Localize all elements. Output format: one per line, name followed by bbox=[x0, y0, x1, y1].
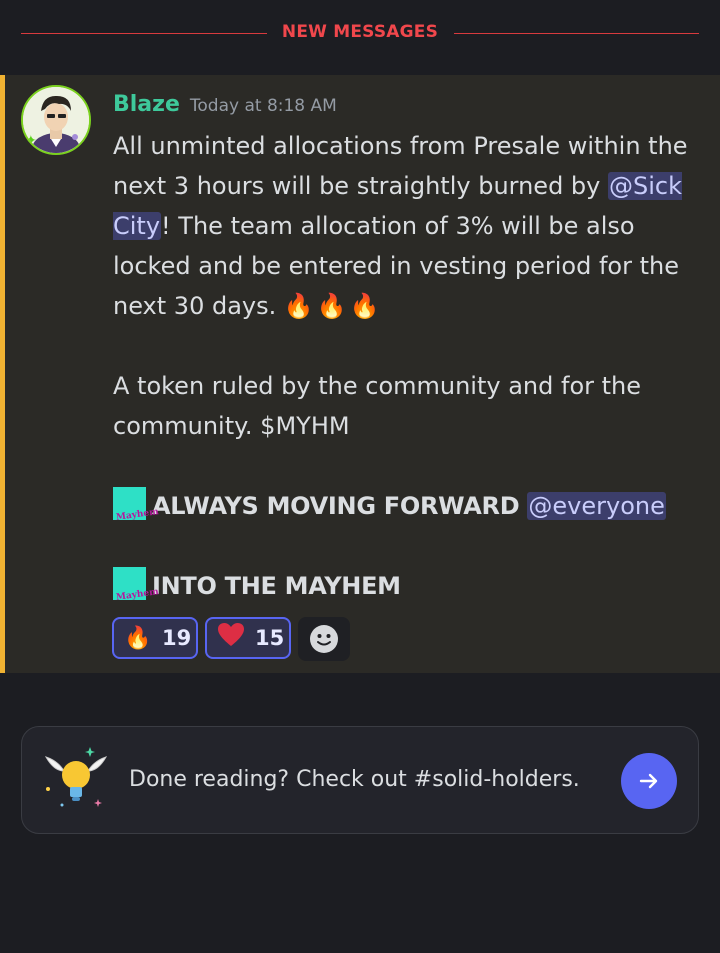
reaction-count: 15 bbox=[255, 626, 285, 650]
heart-reaction-icon bbox=[217, 622, 247, 654]
add-reaction-button[interactable] bbox=[298, 617, 350, 661]
timestamp: Today at 8:18 AM bbox=[189, 96, 337, 116]
text-segment: All unminted allocations from Presale wi… bbox=[113, 132, 688, 200]
new-messages-divider: NEW MESSAGES bbox=[0, 0, 720, 70]
channel-suggestion-card[interactable]: Done reading? Check out #solid-holders. bbox=[21, 726, 699, 834]
always-moving-forward-text: ALWAYS MOVING FORWARD bbox=[152, 492, 528, 520]
mention-everyone[interactable]: @everyone bbox=[527, 492, 666, 520]
mayhem-logo-emoji-icon: Mayhem bbox=[113, 487, 159, 523]
reaction-count: 19 bbox=[162, 626, 192, 650]
reaction-fire[interactable]: 🔥 19 bbox=[112, 617, 198, 659]
go-to-channel-button[interactable] bbox=[621, 753, 677, 809]
into-the-mayhem-text: INTO THE MAYHEM bbox=[152, 572, 401, 600]
paragraph-2: A token ruled by the community and for t… bbox=[113, 372, 642, 440]
divider-line-left bbox=[21, 33, 267, 34]
new-messages-label: NEW MESSAGES bbox=[281, 22, 439, 42]
reaction-heart[interactable]: 15 bbox=[205, 617, 291, 659]
text-segment: ! The team allocation of 3% will be also… bbox=[113, 212, 679, 320]
user-avatar[interactable]: ✦ bbox=[21, 85, 91, 155]
paragraph-3: Mayhem ALWAYS MOVING FORWARD @everyone bbox=[113, 486, 698, 526]
emoji-lettering: Mayhem bbox=[115, 587, 160, 603]
sparkle-icon: ✦ bbox=[25, 133, 37, 149]
add-reaction-smiley-icon bbox=[310, 625, 338, 653]
username[interactable]: Blaze bbox=[113, 92, 180, 117]
message-header: Blaze Today at 8:18 AM bbox=[113, 92, 337, 122]
fire-reaction-icon: 🔥 bbox=[124, 625, 152, 651]
emoji-lettering: Mayhem bbox=[115, 507, 160, 523]
fire-emoji: 🔥 bbox=[283, 292, 314, 320]
paragraph-1: All unminted allocations from Presale wi… bbox=[113, 126, 698, 326]
fire-emoji: 🔥 bbox=[349, 292, 380, 320]
mayhem-logo-emoji-icon: Mayhem bbox=[113, 567, 159, 603]
suggestion-text: Done reading? Check out #solid-holders. bbox=[129, 767, 580, 792]
fire-emoji: 🔥 bbox=[316, 292, 347, 320]
highlight-bar bbox=[0, 75, 5, 673]
winged-lightbulb-icon bbox=[44, 747, 108, 807]
message-content: All unminted allocations from Presale wi… bbox=[113, 126, 698, 606]
divider-line-right bbox=[454, 33, 699, 34]
heart-icon bbox=[218, 623, 244, 646]
arrow-right-icon bbox=[639, 773, 658, 789]
paragraph-4: Mayhem INTO THE MAYHEM bbox=[113, 566, 698, 606]
